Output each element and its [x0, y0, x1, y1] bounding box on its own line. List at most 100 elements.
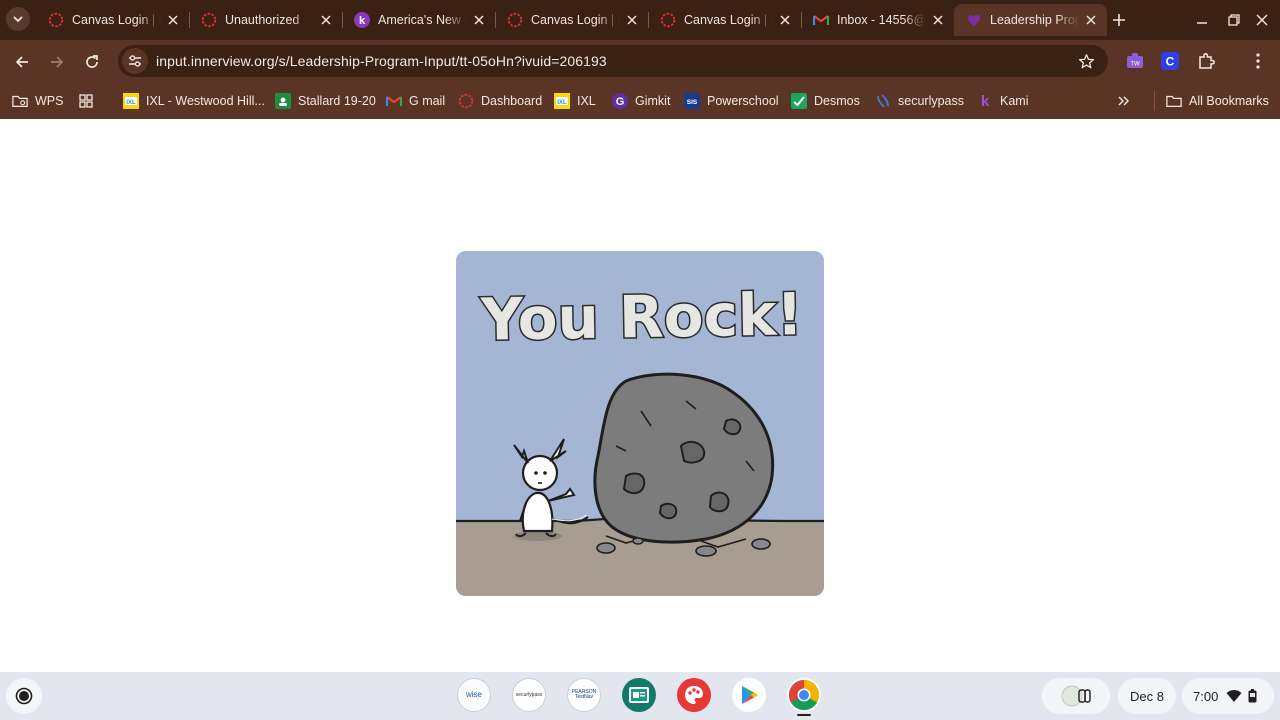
back-button[interactable] — [9, 49, 35, 75]
ixl-icon: IXL — [554, 93, 570, 109]
c-extension-icon: C — [1161, 52, 1179, 70]
bookmark-wps[interactable]: WPS — [12, 90, 63, 112]
forward-button[interactable] — [44, 49, 70, 75]
more-bookmarks-button[interactable] — [1118, 90, 1130, 112]
chrome-running-indicator — [797, 714, 811, 716]
bookmark-powerschool[interactable]: SIS Powerschool — [684, 90, 779, 112]
close-window-button[interactable] — [1250, 8, 1274, 32]
securly-app[interactable]: securlypass — [512, 678, 546, 712]
arrow-left-icon — [15, 56, 28, 68]
bookmarks-bar: WPS IXL IXL - Westwood Hill... Stallard … — [0, 83, 1280, 119]
launcher-button[interactable] — [6, 678, 42, 714]
svg-text:C: C — [1166, 55, 1175, 69]
date-text: Dec 8 — [1130, 688, 1164, 704]
pearson-app[interactable]: PEARSON TestNav — [567, 678, 601, 712]
reload-icon — [86, 55, 98, 68]
bookmark-label: IXL - Westwood Hill... — [146, 94, 265, 108]
launcher-icon — [15, 687, 33, 705]
bookmark-desmos[interactable]: Desmos — [791, 90, 860, 112]
restore-button[interactable] — [1222, 8, 1246, 32]
wifi-icon — [1226, 690, 1242, 702]
tab-americas-new[interactable]: k America's New Presidency — [342, 4, 496, 36]
close-icon[interactable] — [930, 12, 946, 28]
bookmark-ixl[interactable]: IXL IXL — [554, 90, 596, 112]
classroom-icon — [629, 687, 649, 703]
tote-holding-space[interactable] — [1042, 678, 1110, 714]
chrome-menu-button[interactable] — [1248, 51, 1268, 71]
bookmark-label: Dashboard — [481, 94, 543, 108]
new-tab-button[interactable] — [1108, 9, 1130, 31]
tab-canvas-login-3[interactable]: Canvas Login | Instructure — [648, 4, 802, 36]
bookmark-ixl-westwood[interactable]: IXL IXL - Westwood Hill... — [123, 90, 265, 112]
bookmark-kami[interactable]: k Kami — [977, 90, 1029, 112]
plus-icon — [1113, 14, 1125, 26]
minimize-button[interactable] — [1190, 8, 1214, 32]
double-chevron-right-icon — [1118, 96, 1129, 106]
gmail-icon — [812, 12, 829, 29]
close-icon[interactable] — [318, 12, 334, 28]
chromeos-shelf: wise securlypass PEARSON TestNav Dec 8 7… — [0, 672, 1280, 720]
palette-icon — [685, 686, 703, 704]
star-icon — [1078, 53, 1094, 68]
bookmark-label: Kami — [1000, 94, 1029, 108]
svg-text:G: G — [616, 96, 625, 108]
address-bar[interactable]: input.innerview.org/s/Leadership-Program… — [118, 45, 1108, 77]
tab-title: America's New Presidency — [378, 13, 467, 27]
bookmark-label: WPS — [35, 94, 64, 108]
securly-icon — [875, 93, 891, 109]
you-rock-card: You Rock! — [456, 251, 824, 596]
canvas-icon — [47, 12, 64, 29]
bookmark-label: Desmos — [814, 94, 860, 108]
chrome-app[interactable] — [787, 678, 821, 712]
extension-c[interactable]: C — [1160, 51, 1180, 71]
close-icon[interactable] — [1083, 12, 1099, 28]
tab-search-button[interactable] — [6, 7, 30, 31]
gimkit-icon: G — [612, 93, 628, 109]
folder-icon — [1166, 93, 1182, 109]
bookmark-stallard[interactable]: Stallard 19-20 — [275, 90, 376, 112]
chevron-down-icon — [13, 16, 23, 23]
reload-button[interactable] — [79, 49, 105, 75]
bookmark-apps[interactable] — [78, 90, 101, 112]
tab-title: Unauthorized — [225, 13, 300, 27]
arrow-right-icon — [51, 56, 64, 68]
tab-unauthorized[interactable]: Unauthorized — [189, 4, 343, 36]
status-tray[interactable]: 7:00 — [1182, 678, 1274, 714]
bookmark-label: Stallard 19-20 — [298, 94, 376, 108]
extension-teacher[interactable]: TW — [1125, 51, 1145, 71]
date-tray[interactable]: Dec 8 — [1118, 678, 1176, 714]
tab-canvas-login-2[interactable]: Canvas Login | Instructure — [495, 4, 649, 36]
bookmark-label: G mail — [409, 94, 446, 108]
tab-canvas-login-1[interactable]: Canvas Login | Instructure — [36, 4, 190, 36]
bookmark-star-button[interactable] — [1076, 51, 1096, 71]
close-icon[interactable] — [777, 12, 793, 28]
wise-app[interactable]: wise — [457, 678, 491, 712]
tab-strip: Canvas Login | Instructure Unauthorized … — [0, 0, 1280, 40]
close-icon[interactable] — [624, 12, 640, 28]
url-text: input.innerview.org/s/Leadership-Program… — [156, 53, 607, 69]
extensions-button[interactable] — [1196, 51, 1216, 71]
restore-icon — [1228, 14, 1240, 26]
site-info-button[interactable] — [122, 48, 148, 74]
tab-leadership-program[interactable]: Leadership Program — [954, 4, 1107, 36]
canvas-paint-app[interactable] — [677, 678, 711, 712]
bookmark-dashboard[interactable]: Dashboard — [458, 90, 542, 112]
play-store-icon — [742, 686, 758, 704]
classroom-app[interactable] — [622, 678, 656, 712]
apps-grid-icon — [78, 93, 94, 109]
canvas-icon — [659, 12, 676, 29]
tune-icon — [129, 55, 141, 67]
tab-inbox[interactable]: Inbox - 14556@ — [801, 4, 954, 36]
bookmark-securlypass[interactable]: securlypass — [875, 90, 964, 112]
canvas-icon — [458, 93, 474, 109]
bookmark-label: Gimkit — [635, 94, 671, 108]
bookmark-gmail[interactable]: G mail — [386, 90, 445, 112]
all-bookmarks-button[interactable]: All Bookmarks — [1166, 90, 1269, 112]
play-store-app[interactable] — [732, 678, 766, 712]
canvas-icon — [506, 12, 523, 29]
close-icon[interactable] — [165, 12, 181, 28]
browser-toolbar: input.innerview.org/s/Leadership-Program… — [0, 40, 1280, 83]
bookmark-gimkit[interactable]: G Gimkit — [612, 90, 670, 112]
svg-text:SIS: SIS — [687, 99, 698, 106]
close-icon[interactable] — [471, 12, 487, 28]
